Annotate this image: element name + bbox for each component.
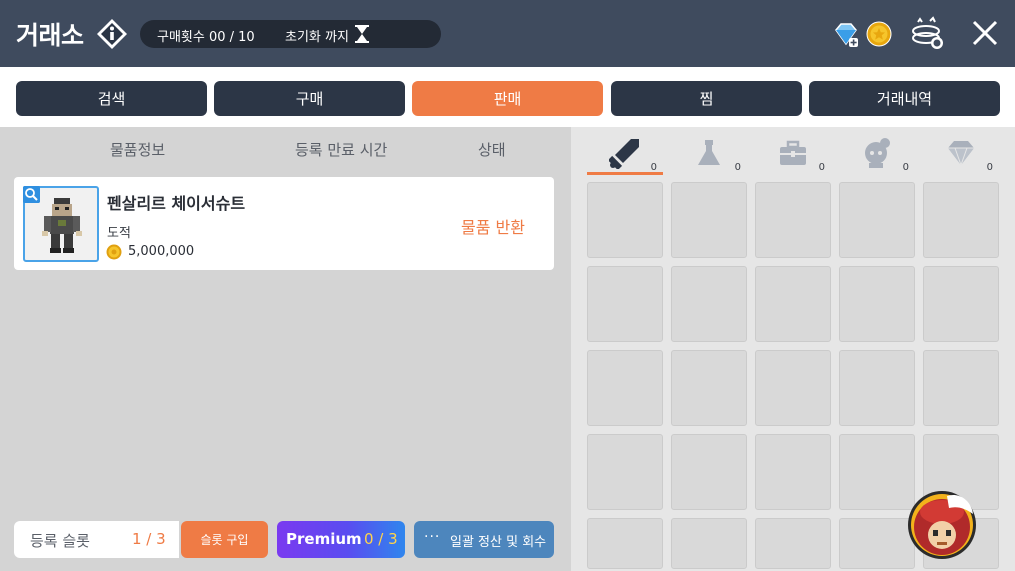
inventory-slot[interactable] — [839, 434, 915, 510]
premium-button[interactable]: Premium 0 / 3 — [277, 521, 405, 558]
active-category-indicator — [587, 172, 663, 175]
meso-bag-icon[interactable] — [910, 16, 946, 52]
inventory-slot[interactable] — [587, 434, 663, 510]
column-header-expire-time: 등록 만료 시간 — [295, 141, 388, 159]
premium-count: 0 / 3 — [364, 530, 398, 548]
inventory-slot[interactable] — [755, 518, 831, 569]
inventory-slot[interactable] — [671, 518, 747, 569]
item-price: 5,000,000 — [128, 244, 195, 259]
diamond-plus-icon[interactable] — [832, 21, 860, 49]
tab-sell[interactable]: 판매 — [412, 81, 603, 116]
buy-slot-button[interactable]: 슬롯 구입 — [181, 521, 268, 558]
column-header-item-info: 물품정보 — [110, 141, 166, 159]
character-icon — [865, 138, 890, 168]
inventory-tab-consumable[interactable]: 0 — [671, 135, 747, 175]
purchase-info-pill: 구매횟수 00 / 10 초기화 까지 — [140, 20, 441, 48]
inventory-slot[interactable] — [587, 182, 663, 258]
inventory-slot[interactable] — [923, 266, 999, 342]
tab-search[interactable]: 검색 — [16, 81, 207, 116]
meso-coin-icon — [106, 244, 122, 260]
registration-slot-box: 등록 슬롯 1 / 3 — [14, 521, 179, 558]
slot-count: 1 / 3 — [132, 530, 166, 548]
inventory-slot[interactable] — [923, 350, 999, 426]
inventory-slot[interactable] — [587, 518, 663, 569]
inventory-slot[interactable] — [755, 182, 831, 258]
page-title: 거래소 — [16, 21, 84, 50]
inventory-slot[interactable] — [671, 434, 747, 510]
inventory-tab-equipment[interactable]: 0 — [587, 135, 663, 175]
item-return-button[interactable]: 물품 반환 — [461, 214, 525, 238]
tab-buy[interactable]: 구매 — [214, 81, 405, 116]
inventory-slot[interactable] — [587, 350, 663, 426]
inventory-slot[interactable] — [671, 182, 747, 258]
column-header-status: 상태 — [478, 141, 506, 159]
chest-icon — [780, 140, 806, 165]
category-count: 0 — [902, 162, 909, 173]
sword-icon — [609, 139, 639, 169]
reset-timer-label: 초기화 까지 — [285, 30, 349, 45]
tab-bar: 검색 구매 판매 찜 거래내역 — [0, 67, 1015, 127]
inventory-slot[interactable] — [755, 266, 831, 342]
sell-listing-panel: 물품정보 등록 만료 시간 상태 펜살리르 체이서슈트 도적 5,000,000… — [0, 127, 571, 571]
hourglass-icon — [355, 25, 369, 43]
tab-wishlist[interactable]: 찜 — [611, 81, 802, 116]
inventory-slot[interactable] — [839, 350, 915, 426]
chaser-suit-icon — [42, 198, 82, 253]
slot-label: 등록 슬롯 — [30, 532, 90, 550]
inventory-tab-setup[interactable]: 0 — [839, 135, 915, 175]
inventory-tab-etc[interactable]: 0 — [755, 135, 831, 175]
item-class: 도적 — [107, 226, 131, 241]
bulk-settle-label: 일괄 정산 및 회수 — [450, 535, 547, 550]
inventory-slot[interactable] — [839, 518, 915, 569]
purchase-count: 구매횟수 00 / 10 — [157, 30, 255, 45]
item-thumbnail[interactable] — [23, 186, 99, 262]
inventory-slot[interactable] — [923, 182, 999, 258]
diamond-icon — [948, 141, 974, 166]
inventory-slot[interactable] — [755, 350, 831, 426]
potion-icon — [698, 140, 720, 165]
inventory-tab-cash[interactable]: 0 — [923, 135, 999, 175]
gold-coin-icon[interactable] — [866, 21, 892, 47]
tab-history[interactable]: 거래내역 — [809, 81, 1000, 116]
inventory-slot[interactable] — [671, 350, 747, 426]
header-bar: 거래소 구매횟수 00 / 10 초기화 까지 — [0, 0, 1015, 67]
listing-row[interactable]: 펜살리르 체이서슈트 도적 5,000,000 물품 반환 — [14, 177, 554, 270]
category-count: 0 — [818, 162, 825, 173]
more-icon: ··· — [424, 529, 441, 545]
category-count: 0 — [734, 162, 741, 173]
item-name: 펜살리르 체이서슈트 — [107, 194, 246, 213]
category-count: 0 — [986, 162, 993, 173]
inventory-slot[interactable] — [839, 266, 915, 342]
character-avatar-icon[interactable] — [907, 490, 977, 560]
bulk-settle-button[interactable]: ··· 일괄 정산 및 회수 — [414, 521, 554, 558]
info-icon[interactable] — [96, 18, 128, 50]
inventory-slot[interactable] — [755, 434, 831, 510]
inventory-slot[interactable] — [587, 266, 663, 342]
inventory-slot[interactable] — [671, 266, 747, 342]
close-icon[interactable] — [971, 19, 999, 47]
premium-label: Premium — [286, 530, 362, 548]
inventory-slot[interactable] — [839, 182, 915, 258]
